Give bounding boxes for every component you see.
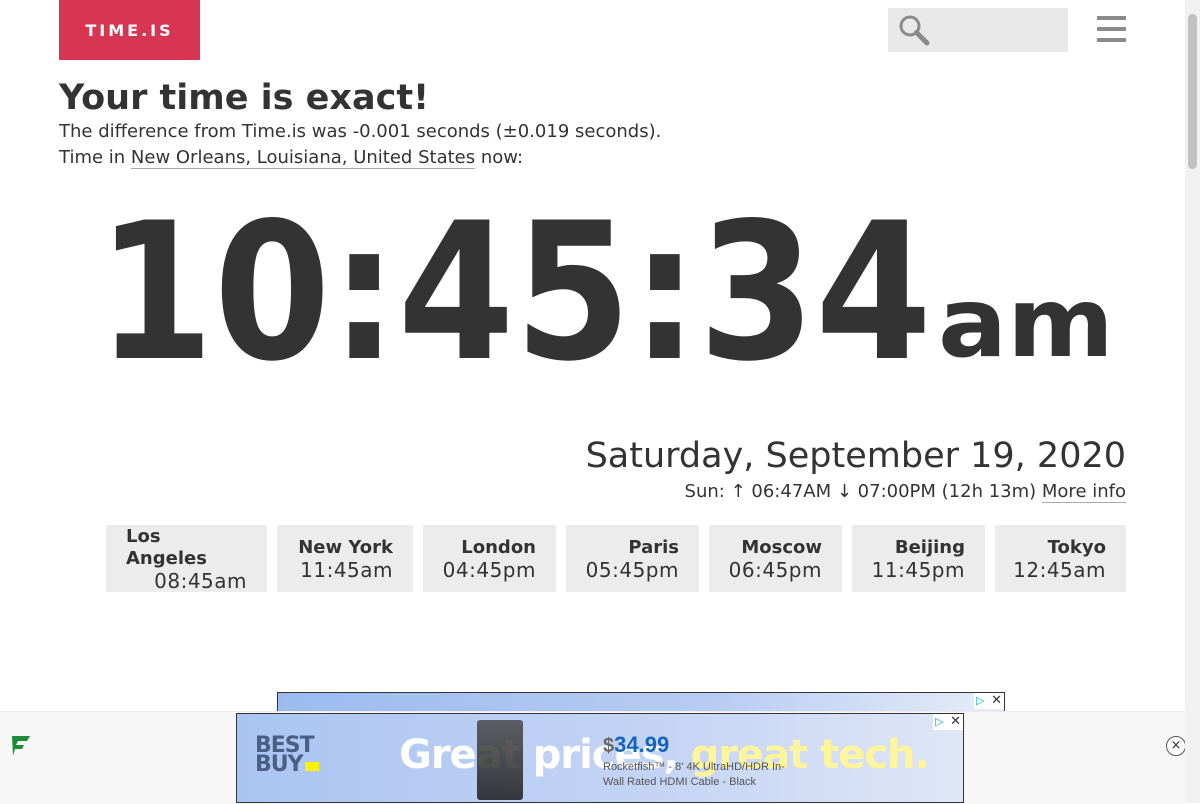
city-name: Beijing: [894, 536, 965, 558]
sunrise-arrow-icon: ↑: [730, 481, 746, 502]
city-name: Moscow: [741, 536, 822, 558]
city-time: 05:45pm: [585, 557, 679, 582]
city-name: New York: [298, 536, 393, 558]
ad-brand-logo: BEST BUY: [255, 735, 319, 776]
hamburger-menu-icon[interactable]: [1097, 16, 1127, 44]
city-time: 11:45am: [300, 557, 393, 582]
adchoices-icon[interactable]: ▷ ✕: [933, 714, 963, 730]
sunset-arrow-icon: ↓: [836, 481, 852, 502]
main-clock: 10:45:34 am: [100, 198, 1114, 374]
clock-period: am: [938, 267, 1114, 374]
close-icon[interactable]: ✕: [950, 714, 961, 730]
sunset-time: 07:00PM (12h 13m): [851, 481, 1042, 502]
city-time: 04:45pm: [442, 557, 536, 582]
ad-price-symbol: $: [603, 735, 615, 757]
ad-product-image: [477, 720, 523, 800]
magnifier-icon[interactable]: [898, 14, 930, 46]
city-time: 12:45am: [1013, 557, 1106, 582]
more-info-link[interactable]: More info: [1041, 481, 1126, 503]
city-time: 08:45am: [154, 568, 247, 593]
city-time: 11:45pm: [871, 557, 965, 582]
city-paris[interactable]: Paris 05:45pm: [566, 525, 699, 592]
city-clocks: Los Angeles 08:45am New York 11:45am Lon…: [106, 525, 1126, 592]
page-title: Your time is exact!: [59, 78, 430, 118]
city-moscow[interactable]: Moscow 06:45pm: [709, 525, 842, 592]
city-los-angeles[interactable]: Los Angeles 08:45am: [106, 525, 267, 592]
city-name: Tokyo: [1047, 536, 1106, 558]
close-icon[interactable]: ✕: [991, 693, 1002, 709]
city-name: Los Angeles: [126, 525, 207, 569]
ad-price-value: 34.99: [614, 732, 670, 757]
time-is-logo[interactable]: TIME.IS: [59, 0, 200, 60]
ad-price: $34.99: [603, 732, 669, 758]
search-box[interactable]: [888, 8, 1068, 52]
scrollbar-thumb[interactable]: [1188, 14, 1197, 169]
sunrise-time: 06:47AM: [745, 481, 837, 502]
close-bar-button[interactable]: ×: [1166, 736, 1186, 756]
city-name: London: [461, 536, 536, 558]
adchoices-icon[interactable]: ▷ ✕: [974, 693, 1004, 709]
city-tokyo[interactable]: Tokyo 12:45am: [995, 525, 1126, 592]
time-difference-text: The difference from Time.is was -0.001 s…: [59, 121, 662, 142]
location-suffix: now:: [475, 147, 524, 168]
search-input[interactable]: [934, 14, 1062, 48]
freestar-logo-icon[interactable]: [10, 734, 32, 758]
sun-label: Sun:: [684, 481, 731, 502]
city-name: Paris: [628, 536, 679, 558]
city-time: 06:45pm: [728, 557, 822, 582]
location-line: Time in New Orleans, Louisiana, United S…: [59, 147, 524, 169]
location-prefix: Time in: [59, 147, 131, 168]
sun-info: Sun: ↑ 06:47AM ↓ 07:00PM (12h 13m) More …: [684, 481, 1126, 503]
bestbuy-ad-banner[interactable]: BEST BUY Great prices, great tech. $34.9…: [236, 713, 964, 803]
current-date: Saturday, September 19, 2020: [585, 436, 1126, 476]
city-new-york[interactable]: New York 11:45am: [277, 525, 413, 592]
city-beijing[interactable]: Beijing 11:45pm: [852, 525, 985, 592]
location-link[interactable]: New Orleans, Louisiana, United States: [130, 147, 476, 169]
clock-time: 10:45:34: [100, 198, 932, 374]
ad-product-description: Rocketfish™ - 8' 4K UltraHD/HDR In-Wall …: [603, 761, 785, 788]
vertical-scrollbar[interactable]: [1185, 0, 1200, 803]
city-london[interactable]: London 04:45pm: [423, 525, 556, 592]
